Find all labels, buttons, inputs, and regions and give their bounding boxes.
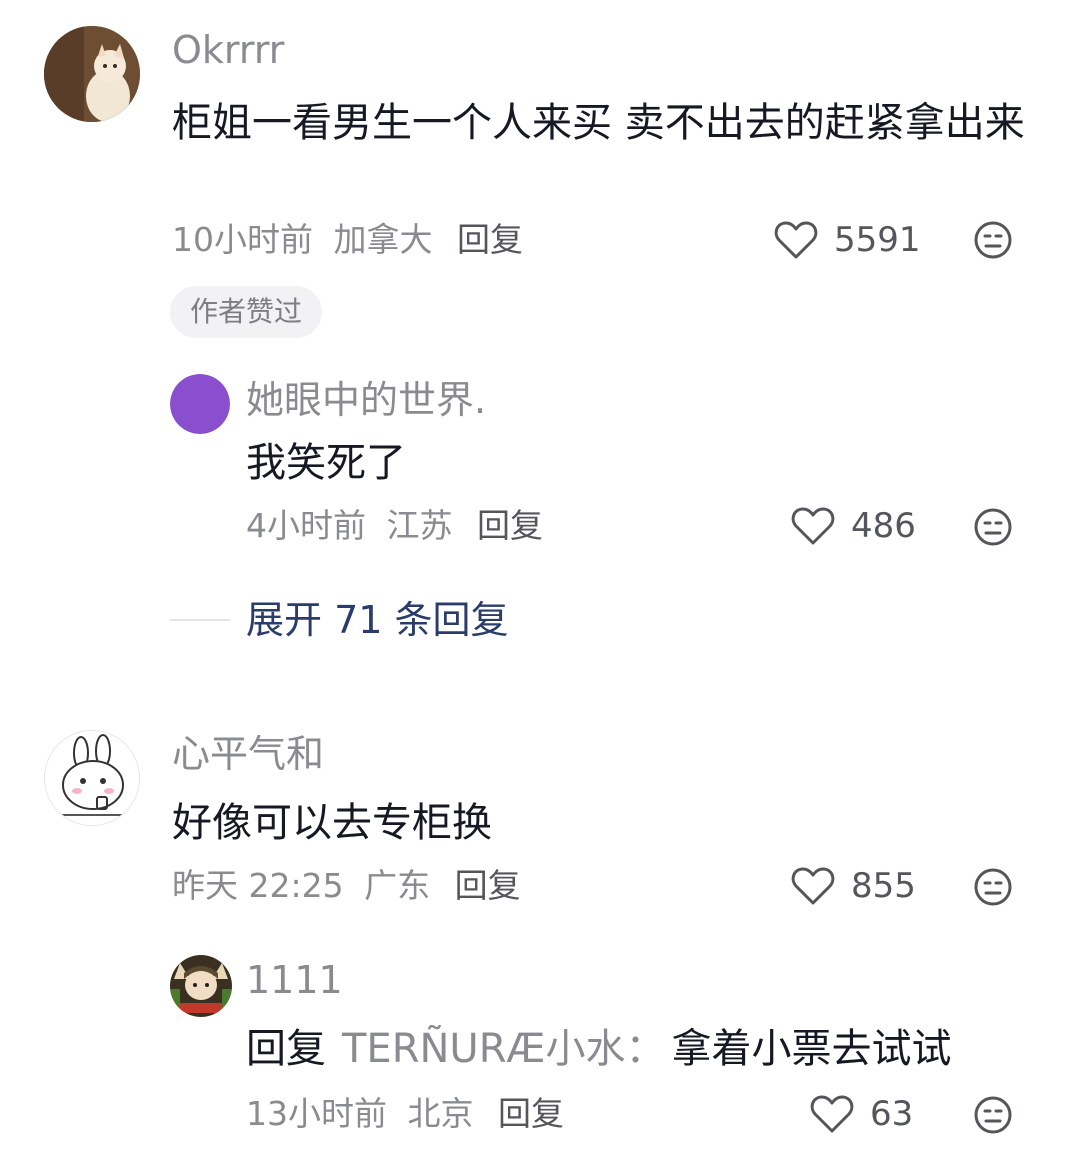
like-button[interactable]: 855: [791, 866, 916, 906]
expand-replies-label: 展开 71 条回复: [246, 598, 509, 642]
comment-meta: 昨天 22:25 广东 回复: [172, 866, 521, 906]
heart-icon: [791, 507, 835, 545]
heart-icon: [791, 867, 835, 905]
reply-time: 4小时前: [246, 506, 366, 545]
comment-avatar[interactable]: [44, 730, 140, 826]
reply-location: 北京: [407, 1094, 474, 1133]
comment-text: 柜姐一看男生一个人来买 卖不出去的赶紧拿出来: [172, 100, 1025, 146]
reply-meta: 13小时前 北京 回复: [246, 1094, 564, 1134]
reply-text-line: 回复 TERÑURÆ小水： 拿着小票去试试: [246, 1022, 951, 1076]
comment-meta: 10小时前 加拿大 回复: [172, 220, 523, 260]
like-count: 855: [851, 866, 916, 906]
like-count: 5591: [834, 220, 921, 260]
reply-button[interactable]: 回复: [455, 866, 521, 905]
comment-location: 广东: [364, 866, 431, 905]
dislike-face-icon[interactable]: [973, 1095, 1013, 1135]
anime-avatar-icon: [170, 955, 232, 1017]
reply-meta: 4小时前 江苏 回复: [246, 506, 543, 546]
reply-avatar[interactable]: [170, 955, 232, 1017]
reply-text: 我笑死了: [246, 440, 406, 486]
purple-avatar-icon: [170, 374, 230, 434]
heart-icon: [774, 221, 818, 259]
like-count: 486: [851, 506, 916, 546]
comment-avatar[interactable]: [44, 26, 140, 122]
like-count: 63: [870, 1094, 914, 1134]
expand-replies-button[interactable]: 展开 71 条回复: [170, 598, 509, 642]
reply-username[interactable]: 1111: [246, 958, 343, 1002]
reply-location: 江苏: [386, 506, 453, 545]
bunny-avatar-icon: [45, 731, 139, 825]
reply-time: 13小时前: [246, 1094, 387, 1133]
reply-prefix: 回复: [246, 1026, 326, 1072]
reply-text: 拿着小票去试试: [671, 1026, 952, 1072]
reply-button[interactable]: 回复: [457, 220, 523, 259]
like-button[interactable]: 486: [791, 506, 916, 546]
comment-username[interactable]: Okrrrr: [172, 28, 284, 72]
cat-avatar-icon: [44, 26, 140, 122]
comment-time: 昨天 22:25: [172, 866, 344, 905]
like-button[interactable]: 5591: [774, 220, 921, 260]
comment-time: 10小时前: [172, 220, 313, 259]
dislike-face-icon[interactable]: [973, 507, 1013, 547]
like-button[interactable]: 63: [810, 1094, 913, 1134]
divider: [170, 619, 230, 621]
comment-username[interactable]: 心平气和: [172, 732, 324, 776]
reply-button[interactable]: 回复: [498, 1094, 564, 1133]
dislike-face-icon[interactable]: [973, 220, 1013, 260]
author-liked-badge: 作者赞过: [170, 286, 323, 338]
reply-avatar[interactable]: [170, 374, 230, 434]
comment-location: 加拿大: [333, 220, 433, 259]
comment-text: 好像可以去专柜换: [172, 800, 492, 846]
dislike-face-icon[interactable]: [973, 867, 1013, 907]
reply-username[interactable]: 她眼中的世界.: [246, 378, 486, 422]
reply-to-username[interactable]: TERÑURÆ小水：: [342, 1026, 665, 1072]
reply-button[interactable]: 回复: [477, 506, 543, 545]
heart-icon: [810, 1095, 854, 1133]
